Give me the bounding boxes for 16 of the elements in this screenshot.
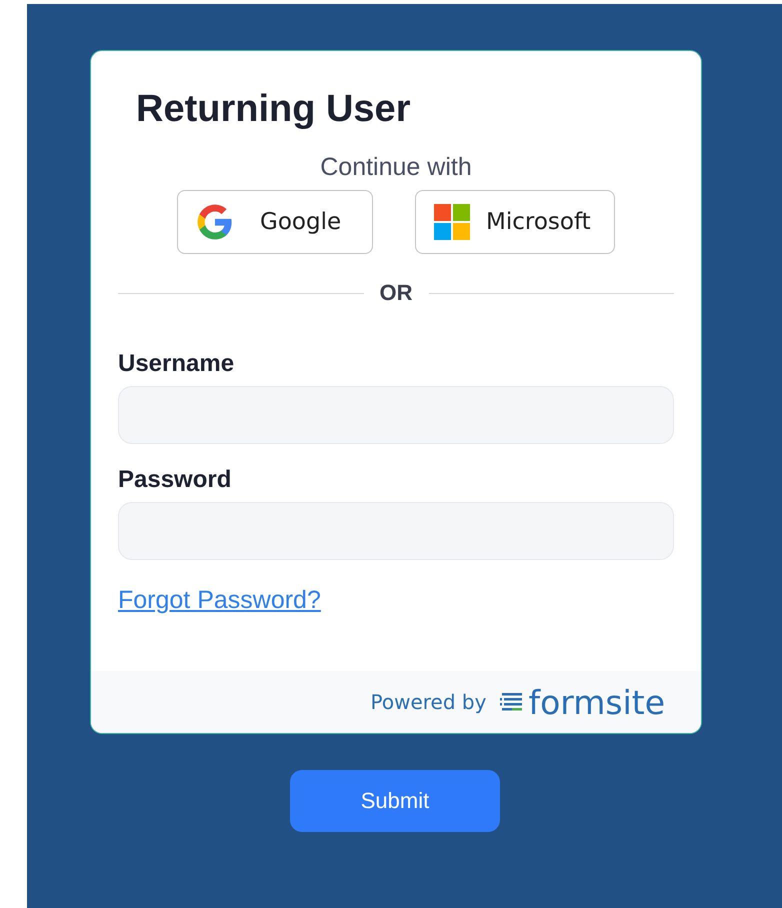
microsoft-squares-icon bbox=[434, 204, 470, 240]
input-field[interactable] bbox=[118, 386, 674, 444]
continue-label: Continue with bbox=[320, 153, 472, 182]
brand-name: formsite bbox=[528, 686, 665, 718]
field-label: Username bbox=[118, 350, 236, 378]
field-label: Password bbox=[118, 466, 232, 494]
submit-button[interactable]: Submit bbox=[290, 770, 500, 832]
sign-in-button[interactable]: Microsoft bbox=[415, 190, 615, 254]
powered-by-label: Powered by bbox=[370, 690, 486, 714]
form-title: Returning User bbox=[136, 87, 412, 131]
sign-in-button[interactable]: Google bbox=[177, 190, 373, 254]
input-field[interactable] bbox=[118, 502, 674, 560]
divider-label: OR bbox=[380, 280, 412, 306]
lines-logo-icon bbox=[500, 691, 522, 713]
google-g-icon bbox=[196, 203, 234, 241]
forgot-password-link[interactable]: Forgot Password? bbox=[118, 586, 321, 615]
